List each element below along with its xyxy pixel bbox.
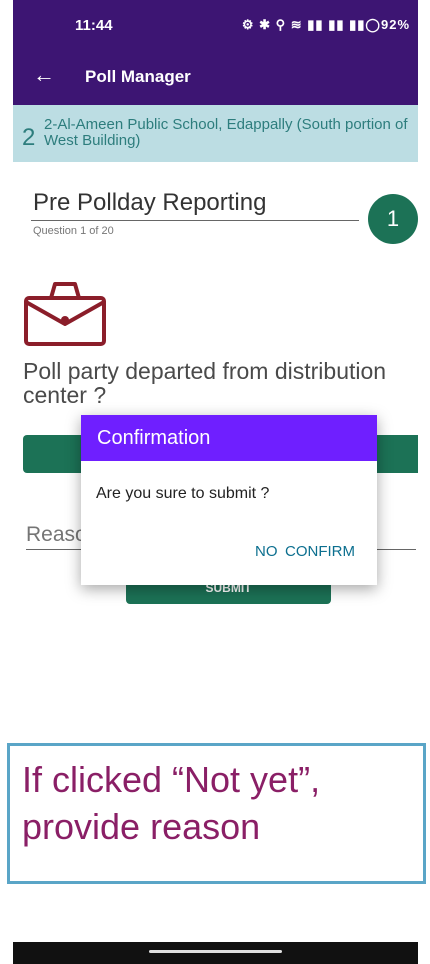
dialog-title: Confirmation bbox=[97, 427, 211, 449]
annotation-callout: If clicked “Not yet”, provide reason bbox=[7, 743, 426, 884]
status-bar: 11:44 ⚙ ✱ ⚲ ≋ ▮▮ ▮▮ ▮▮◯92% bbox=[13, 0, 418, 50]
navigation-bar bbox=[13, 942, 418, 964]
back-arrow-icon[interactable]: ← bbox=[33, 62, 59, 88]
dialog-confirm-button[interactable]: CONFIRM bbox=[285, 543, 355, 560]
dialog-no-button[interactable]: NO bbox=[255, 543, 278, 560]
app-bar: ← Poll Manager bbox=[13, 50, 418, 105]
station-number: 2 bbox=[22, 124, 36, 151]
callout-text: If clicked “Not yet”, provide reason bbox=[22, 759, 321, 847]
title-underline bbox=[31, 220, 359, 221]
dialog-message: Are you sure to submit ? bbox=[96, 485, 270, 502]
gesture-handle[interactable] bbox=[149, 950, 282, 953]
confirmation-dialog: Confirmation Are you sure to submit ? NO… bbox=[81, 415, 377, 585]
question-text: Poll party departed from distribution ce… bbox=[23, 358, 387, 408]
question-count: Question 1 of 20 bbox=[33, 225, 114, 237]
station-banner: 2 2-Al-Ameen Public School, Edappally (S… bbox=[13, 105, 418, 162]
station-name: 2-Al-Ameen Public School, Edappally (Sou… bbox=[44, 116, 408, 149]
status-time: 11:44 bbox=[75, 17, 113, 34]
screenshot-frame: 11:44 ⚙ ✱ ⚲ ≋ ▮▮ ▮▮ ▮▮◯92% ← Poll Manage… bbox=[0, 0, 430, 964]
dialog-header: Confirmation bbox=[81, 415, 377, 461]
briefcase-icon bbox=[24, 282, 106, 346]
status-icons: ⚙ ✱ ⚲ ≋ ▮▮ ▮▮ ▮▮◯92% bbox=[241, 17, 410, 32]
step-badge: 1 bbox=[368, 194, 418, 244]
app-title: Poll Manager bbox=[85, 67, 191, 86]
section-title: Pre Pollday Reporting bbox=[33, 189, 267, 216]
